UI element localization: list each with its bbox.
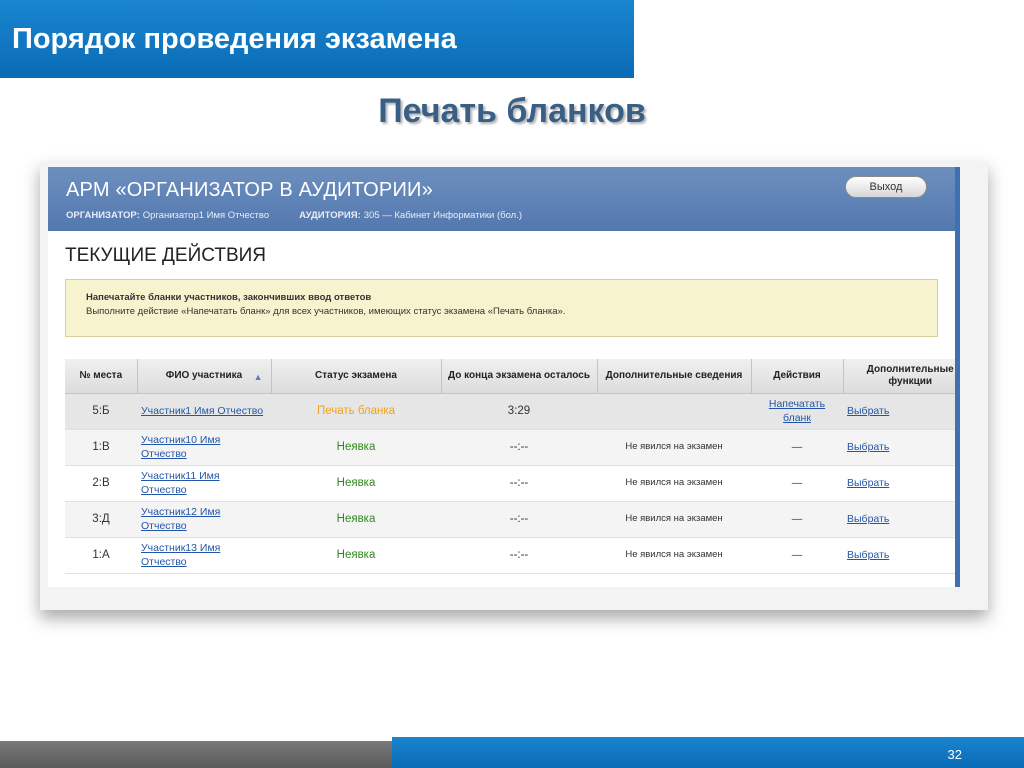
app-window: АРМ «ОРГАНИЗАТОР В АУДИТОРИИ» Выход Орга… bbox=[48, 167, 960, 587]
cell-place: 2:В bbox=[65, 465, 137, 502]
cell-info: Не явился на экзамен bbox=[597, 465, 751, 502]
notice-text: Выполните действие «Напечатать бланк» дл… bbox=[86, 306, 566, 317]
select-link[interactable]: Выбрать bbox=[847, 549, 889, 561]
table-row: 3:Д Участник12 Имя Отчество Неявка --:--… bbox=[65, 501, 955, 538]
header-extra[interactable]: Дополнительные функции bbox=[843, 359, 955, 394]
select-link[interactable]: Выбрать bbox=[847, 441, 889, 453]
slide-title-bar: Порядок проведения экзамена bbox=[0, 0, 634, 78]
table-row: 1:В Участник10 Имя Отчество Неявка --:--… bbox=[65, 429, 955, 466]
footer-bar-left bbox=[0, 741, 392, 768]
organizer-label: Организатор: bbox=[66, 210, 140, 221]
cell-remaining: --:-- bbox=[441, 537, 597, 574]
participants-table: № места ФИО участника ▲ Статус экзамена Д… bbox=[65, 359, 955, 574]
cell-remaining: 3:29 bbox=[441, 393, 597, 430]
participant-link[interactable]: Участник10 Имя Отчество bbox=[141, 434, 220, 460]
cell-place: 5:Б bbox=[65, 393, 137, 430]
cell-action: — bbox=[751, 501, 843, 538]
status-badge: Неявка bbox=[336, 477, 376, 489]
app-title: АРМ «ОРГАНИЗАТОР В АУДИТОРИИ» bbox=[66, 179, 433, 201]
notice-title: Напечатайте бланки участников, закончивш… bbox=[86, 292, 372, 303]
cell-place: 1:В bbox=[65, 429, 137, 466]
status-badge: Печать бланка bbox=[316, 405, 396, 417]
slide-subtitle: Печать бланков bbox=[378, 92, 646, 130]
page-number: 32 bbox=[947, 747, 962, 762]
header-name[interactable]: ФИО участника ▲ bbox=[137, 359, 272, 394]
print-form-link[interactable]: Напечатать бланк bbox=[769, 398, 825, 424]
cell-info: Не явился на экзамен bbox=[597, 537, 751, 574]
table-row: 1:А Участник13 Имя Отчество Неявка --:--… bbox=[65, 537, 955, 574]
cell-remaining: --:-- bbox=[441, 429, 597, 466]
cell-place: 3:Д bbox=[65, 501, 137, 538]
table-row: 2:В Участник11 Имя Отчество Неявка --:--… bbox=[65, 465, 955, 502]
status-badge: Неявка bbox=[336, 513, 376, 525]
cell-info: Не явился на экзамен bbox=[597, 429, 751, 466]
cell-remaining: --:-- bbox=[441, 501, 597, 538]
cell-remaining: --:-- bbox=[441, 465, 597, 502]
exit-button[interactable]: Выход bbox=[845, 176, 927, 198]
cell-place: 1:А bbox=[65, 537, 137, 574]
cell-action: — bbox=[751, 429, 843, 466]
room-value: 305 — Кабинет Информатики (бол.) bbox=[363, 210, 522, 221]
app-header: АРМ «ОРГАНИЗАТОР В АУДИТОРИИ» Выход Орга… bbox=[48, 167, 955, 231]
participant-link[interactable]: Участник11 Имя Отчество bbox=[141, 470, 220, 496]
participant-link[interactable]: Участник1 Имя Отчество bbox=[141, 405, 263, 417]
app-meta: Организатор: Организатор1 Имя Отчество Ауд… bbox=[66, 210, 522, 221]
section-title: ТЕКУЩИЕ ДЕЙСТВИЯ bbox=[65, 245, 266, 266]
select-link[interactable]: Выбрать bbox=[847, 513, 889, 525]
cell-info: Не явился на экзамен bbox=[597, 501, 751, 538]
cell-action: — bbox=[751, 537, 843, 574]
header-remaining[interactable]: До конца экзамена осталось bbox=[441, 359, 598, 394]
header-status[interactable]: Статус экзамена bbox=[271, 359, 442, 394]
table-row: 5:Б Участник1 Имя Отчество Печать бланка… bbox=[65, 393, 955, 430]
header-name-label: ФИО участника bbox=[165, 369, 243, 381]
select-link[interactable]: Выбрать bbox=[847, 405, 889, 417]
header-place[interactable]: № места bbox=[65, 359, 138, 394]
main-content: ТЕКУЩИЕ ДЕЙСТВИЯ Напечатайте бланки учас… bbox=[48, 231, 955, 574]
footer-bar-right bbox=[392, 737, 1024, 768]
participant-link[interactable]: Участник12 Имя Отчество bbox=[141, 506, 220, 532]
cell-info bbox=[597, 393, 751, 430]
participant-link[interactable]: Участник13 Имя Отчество bbox=[141, 542, 220, 568]
sort-up-icon: ▲ bbox=[253, 372, 263, 382]
room-label: Аудитория: bbox=[299, 210, 361, 221]
notice-box: Напечатайте бланки участников, закончивш… bbox=[65, 279, 938, 337]
status-badge: Неявка bbox=[336, 441, 376, 453]
slide-title: Порядок проведения экзамена bbox=[12, 22, 457, 55]
header-actions[interactable]: Действия bbox=[751, 359, 844, 394]
select-link[interactable]: Выбрать bbox=[847, 477, 889, 489]
cell-action: — bbox=[751, 465, 843, 502]
header-info[interactable]: Дополнительные сведения bbox=[597, 359, 752, 394]
status-badge: Неявка bbox=[336, 549, 376, 561]
organizer-value: Организатор1 Имя Отчество bbox=[142, 210, 270, 221]
